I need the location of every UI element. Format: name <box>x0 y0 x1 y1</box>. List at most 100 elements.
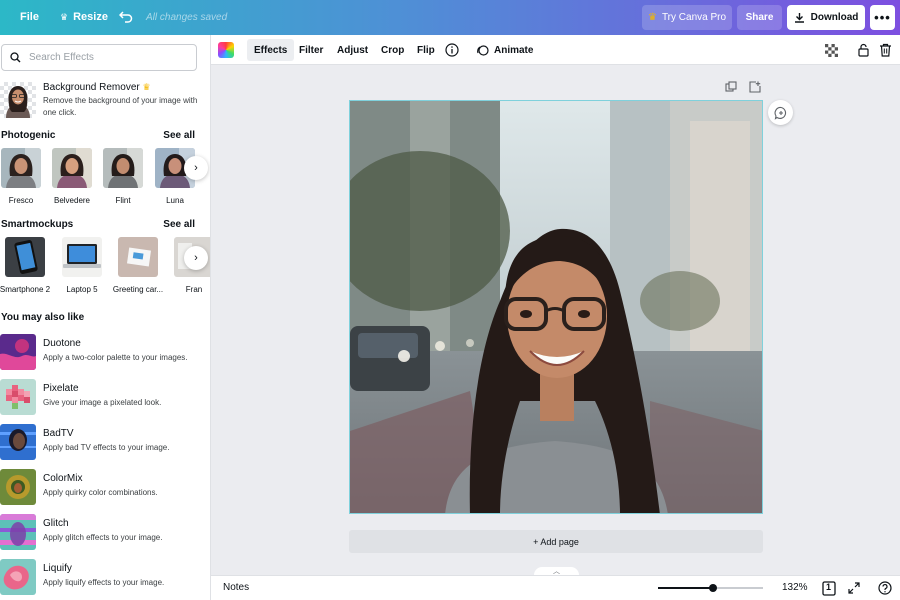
file-menu[interactable]: File <box>20 11 39 23</box>
effect-item-glitch[interactable]: Glitch Apply glitch effects to your imag… <box>0 514 210 550</box>
duplicate-page-icon[interactable] <box>725 81 737 96</box>
also-like-heading: You may also like <box>1 312 85 323</box>
notes-button[interactable]: Notes <box>223 582 249 593</box>
pixelate-thumbnail <box>0 379 36 415</box>
search-box[interactable] <box>1 44 197 71</box>
smartmockups-row: Smartphone 2 Laptop 5 Greeting car... Fr… <box>0 237 210 297</box>
chevron-right-icon: › <box>194 162 198 174</box>
collapse-notes-tab[interactable]: ︿ <box>534 567 579 575</box>
effect-description: Apply liquify effects to your image. <box>43 578 165 587</box>
search-input[interactable] <box>29 52 179 63</box>
photogenic-thumbnail <box>1 148 41 188</box>
lock-icon[interactable] <box>855 42 871 58</box>
try-canva-pro-button[interactable]: ♛ Try Canva Pro <box>642 5 732 30</box>
filter-tab[interactable]: Filter <box>292 39 330 61</box>
crown-icon: ♛ <box>142 82 151 92</box>
resize-label: Resize <box>73 11 108 23</box>
zoom-slider[interactable] <box>658 584 763 592</box>
effect-item-pixelate[interactable]: Pixelate Give your image a pixelated loo… <box>0 379 210 415</box>
resize-button[interactable]: ♛ Resize <box>60 11 108 23</box>
add-comment-button[interactable] <box>768 100 793 125</box>
liquify-thumbnail <box>0 559 36 595</box>
save-status: All changes saved <box>146 12 228 23</box>
animate-icon <box>477 44 489 56</box>
try-pro-label: Try Canva Pro <box>661 12 727 23</box>
photogenic-thumbnail <box>52 148 92 188</box>
effect-item-duotone[interactable]: Duotone Apply a two-color palette to you… <box>0 334 210 370</box>
color-picker-swatch[interactable] <box>218 42 234 58</box>
page-count: 1 <box>826 582 832 592</box>
background-remover-item[interactable]: Background Remover ♛ Remove the backgrou… <box>0 82 210 118</box>
undo-button[interactable] <box>119 9 133 23</box>
crown-icon: ♛ <box>60 11 69 22</box>
background-remover-thumbnail <box>0 82 36 118</box>
transparency-icon[interactable] <box>823 42 839 58</box>
effect-title: Pixelate <box>43 383 79 394</box>
effects-panel: Background Remover ♛ Remove the backgrou… <box>0 35 211 600</box>
photogenic-next-button[interactable]: › <box>184 156 208 180</box>
smartmockup-thumbnail <box>118 237 158 277</box>
page-count-button[interactable]: 1 <box>821 580 837 596</box>
effect-item-colormix[interactable]: ColorMix Apply quirky color combinations… <box>0 469 210 505</box>
animate-label: Animate <box>494 44 534 56</box>
zoom-slider-fill <box>658 587 713 589</box>
background-remover-description: Remove the background of your image with… <box>43 96 198 117</box>
effect-description: Apply a two-color palette to your images… <box>43 353 188 362</box>
effect-description: Give your image a pixelated look. <box>43 398 162 407</box>
crop-tab[interactable]: Crop <box>374 39 411 61</box>
comment-icon <box>774 106 786 120</box>
selected-photo[interactable] <box>349 100 763 514</box>
zoom-slider-handle[interactable] <box>708 584 717 592</box>
info-icon[interactable] <box>444 42 460 58</box>
effect-title: Liquify <box>43 563 72 574</box>
add-page-button[interactable]: + Add page <box>349 530 763 553</box>
smartmockup-thumbnail <box>62 237 102 277</box>
smartmockups-see-all-link[interactable]: See all <box>163 219 195 230</box>
colormix-thumbnail <box>0 469 36 505</box>
photogenic-label: Luna <box>166 196 184 205</box>
top-bar: File ♛ Resize All changes saved ♛ Try Ca… <box>0 0 900 35</box>
smartmockup-label: Laptop 5 <box>66 285 98 294</box>
smartmockup-label: Greeting car... <box>112 285 164 294</box>
effect-title: ColorMix <box>43 473 83 484</box>
animate-button[interactable]: Animate <box>469 39 540 61</box>
background-remover-title: Background Remover ♛ <box>43 82 151 93</box>
effect-title: Duotone <box>43 338 81 349</box>
crown-icon: ♛ <box>647 12 657 23</box>
share-button[interactable]: Share <box>737 5 782 30</box>
bottom-bar: Notes 132% 1 <box>211 575 900 600</box>
search-icon <box>10 52 21 63</box>
more-options-button[interactable]: ••• <box>870 5 895 30</box>
effect-item-badtv[interactable]: BadTV Apply bad TV effects to your image… <box>0 424 210 460</box>
download-label: Download <box>810 12 859 23</box>
photogenic-see-all-link[interactable]: See all <box>163 130 195 141</box>
trash-icon[interactable] <box>877 42 893 58</box>
effect-description: Apply quirky color combinations. <box>43 488 158 497</box>
fullscreen-icon[interactable] <box>846 580 862 596</box>
glitch-thumbnail <box>0 514 36 550</box>
smartmockup-label: Smartphone 2 <box>0 285 51 294</box>
page-actions <box>725 81 761 96</box>
effects-tab[interactable]: Effects <box>247 39 295 61</box>
photogenic-label: Flint <box>115 196 131 205</box>
smartmockups-next-button[interactable]: › <box>184 246 208 270</box>
adjust-tab[interactable]: Adjust <box>330 39 375 61</box>
download-button[interactable]: Download <box>787 5 865 30</box>
smartmockups-heading: Smartmockups <box>1 219 74 230</box>
undo-icon <box>119 11 133 23</box>
flip-tab[interactable]: Flip <box>410 39 442 61</box>
zoom-level[interactable]: 132% <box>782 582 808 593</box>
image-toolbar: Effects Filter Adjust Crop Flip Animate <box>211 35 900 65</box>
effect-item-liquify[interactable]: Liquify Apply liquify effects to your im… <box>0 559 210 595</box>
add-page-icon[interactable] <box>749 81 761 96</box>
badtv-thumbnail <box>0 424 36 460</box>
smartmockup-label: Fran <box>185 285 203 294</box>
effect-description: Apply bad TV effects to your image. <box>43 443 170 452</box>
photogenic-thumbnail <box>103 148 143 188</box>
photogenic-row: Fresco Belvedere Flint Luna › <box>0 148 210 208</box>
duotone-thumbnail <box>0 334 36 370</box>
chevron-right-icon: › <box>194 252 198 264</box>
help-icon[interactable] <box>877 580 893 596</box>
photogenic-heading: Photogenic <box>1 130 56 141</box>
effect-title: BadTV <box>43 428 74 439</box>
